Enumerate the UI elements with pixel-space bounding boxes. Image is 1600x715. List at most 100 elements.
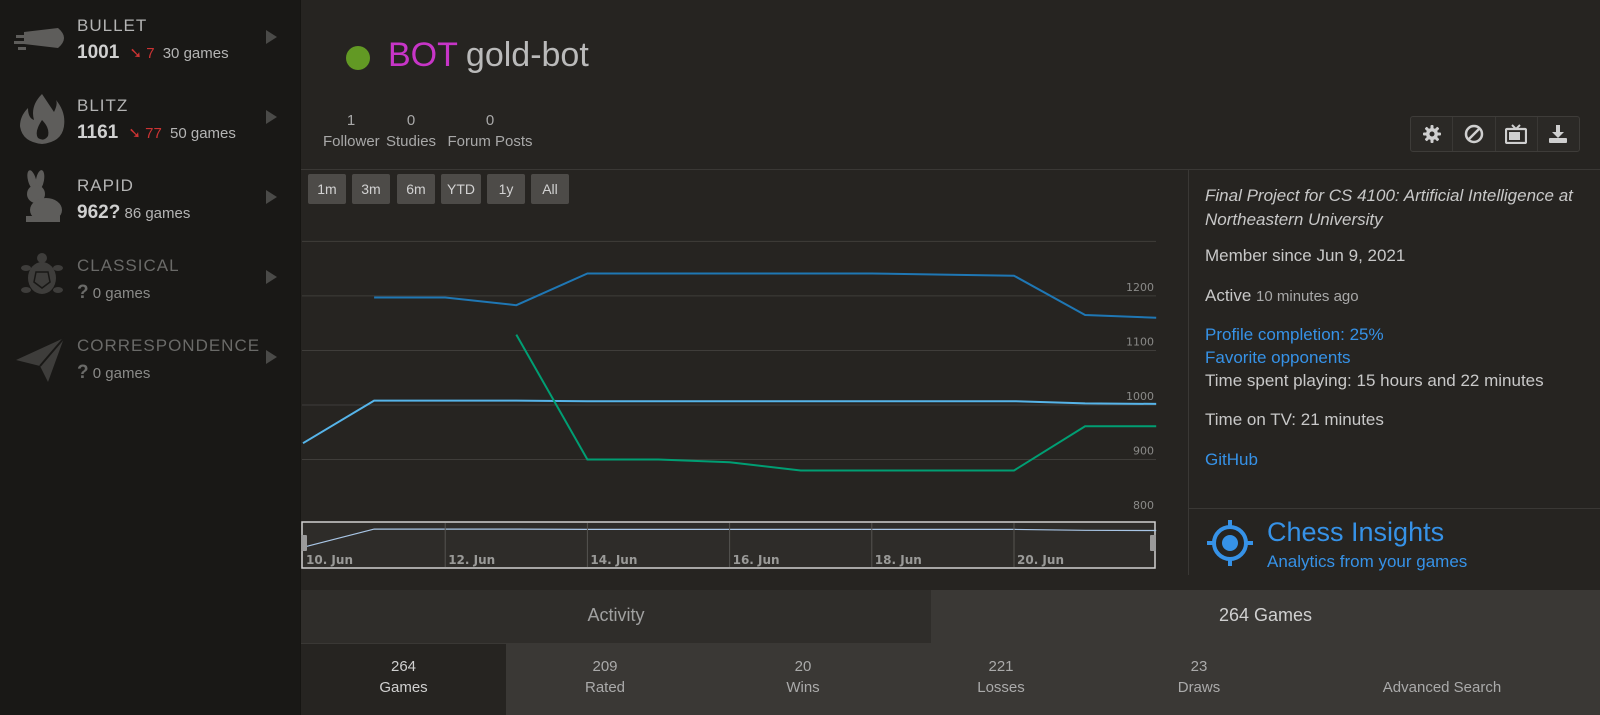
watch-tv-button[interactable] bbox=[1496, 117, 1538, 151]
range-all-button[interactable]: All bbox=[531, 174, 569, 204]
tv-icon bbox=[1505, 124, 1528, 144]
followers-link[interactable]: 1 Follower bbox=[323, 110, 380, 152]
navigator-left-handle[interactable] bbox=[301, 535, 307, 551]
active-time: 10 minutes ago bbox=[1256, 288, 1359, 305]
rating-delta: 7 bbox=[146, 45, 155, 62]
filter-label: Advanced Search bbox=[1382, 679, 1502, 696]
x-tick-label: 16. Jun bbox=[733, 553, 780, 567]
active-status: Active 10 minutes ago bbox=[1205, 286, 1359, 306]
tab-activity[interactable]: Activity bbox=[301, 590, 931, 644]
x-tick-label: 18. Jun bbox=[875, 553, 922, 567]
perf-rapid[interactable]: RAPID 962? 86 games bbox=[0, 160, 300, 240]
perf-rating: 962? bbox=[77, 202, 121, 223]
rating-down-arrow-icon: ➘ bbox=[128, 125, 141, 142]
range-1m-button[interactable]: 1m bbox=[308, 174, 346, 204]
y-tick-label: 800 bbox=[1133, 499, 1154, 512]
game-filters: 264 Games 209 Rated 20 Wins 221 Losses 2… bbox=[301, 644, 1600, 715]
perf-name: BULLET bbox=[77, 16, 148, 35]
chess-insights-link[interactable]: Chess Insights Analytics from your games bbox=[1189, 508, 1600, 575]
stat-count: 0 bbox=[485, 112, 495, 129]
profile-tabs: Activity 264 Games bbox=[301, 590, 1600, 644]
y-tick-label: 1200 bbox=[1126, 281, 1154, 294]
x-tick-label: 14. Jun bbox=[590, 553, 637, 567]
y-tick-label: 1100 bbox=[1126, 335, 1154, 348]
x-tick-label: 20. Jun bbox=[1017, 553, 1064, 567]
rapid-rabbit-icon bbox=[26, 170, 62, 222]
chevron-right-icon bbox=[266, 350, 277, 364]
perf-games: 0 games bbox=[92, 365, 151, 382]
rating-history-panel: 800 900 1000 1100 1200 10. Jun 12. Jun 14. Jun… bbox=[301, 170, 1187, 575]
stat-label: Forum Posts bbox=[447, 133, 533, 150]
block-button[interactable] bbox=[1453, 117, 1496, 151]
chevron-right-icon bbox=[266, 190, 277, 204]
profile-header: BOT gold-bot 1 Follower 0 Studies 0 Forum… bbox=[301, 0, 1600, 170]
filter-label: Wins bbox=[786, 679, 820, 696]
perf-rating-line: ? 0 games bbox=[77, 362, 150, 384]
perf-rating: 1001 bbox=[77, 42, 120, 63]
rating-chart[interactable]: 800 900 1000 1100 1200 10. Jun 12. Jun 14. Jun… bbox=[301, 170, 1187, 575]
time-on-tv: Time on TV: 21 minutes bbox=[1205, 410, 1384, 429]
filter-label: Rated bbox=[584, 679, 626, 696]
bot-badge: BOT bbox=[388, 36, 458, 74]
github-link[interactable]: GitHub bbox=[1205, 450, 1258, 470]
stat-count: 1 bbox=[346, 112, 356, 129]
filter-losses[interactable]: 221 Losses bbox=[902, 644, 1100, 715]
filter-rated[interactable]: 209 Rated bbox=[506, 644, 704, 715]
y-tick-label: 1000 bbox=[1126, 390, 1154, 403]
block-icon bbox=[1464, 124, 1484, 144]
gear-icon bbox=[1422, 125, 1441, 143]
perf-name: RAPID bbox=[77, 176, 134, 195]
perf-rating-line: 962? 86 games bbox=[77, 202, 190, 224]
range-3m-button[interactable]: 3m bbox=[352, 174, 390, 204]
perf-bullet[interactable]: BULLET 1001 ➘ 7 30 games bbox=[0, 0, 300, 80]
favorite-opponents-link[interactable]: Favorite opponents bbox=[1205, 348, 1351, 368]
navigator-right-handle[interactable] bbox=[1150, 535, 1156, 551]
insights-target-icon bbox=[1207, 520, 1253, 566]
filter-count: 264 bbox=[390, 658, 417, 675]
rating-series-line-1[interactable] bbox=[302, 399, 1157, 445]
profile-info-panel: Final Project for CS 4100: Artificial In… bbox=[1188, 170, 1600, 575]
forum-posts-link[interactable]: 0 Forum Posts bbox=[447, 110, 533, 152]
perf-blitz[interactable]: BLITZ 1161 ➘ 77 50 games bbox=[0, 80, 300, 160]
filter-all-games[interactable]: 264 Games bbox=[301, 644, 506, 715]
stat-label: Follower bbox=[323, 133, 380, 150]
profile-main: BOT gold-bot 1 Follower 0 Studies 0 Forum… bbox=[301, 0, 1600, 715]
perf-name: CORRESPONDENCE bbox=[77, 336, 261, 355]
x-tick-label: 12. Jun bbox=[448, 553, 495, 567]
profile-toolbar bbox=[1410, 116, 1580, 152]
rating-down-arrow-icon: ➘ bbox=[129, 45, 143, 62]
tab-games[interactable]: 264 Games bbox=[931, 590, 1600, 644]
perf-name: CLASSICAL bbox=[77, 256, 180, 275]
perf-rating-line: 1001 ➘ 7 30 games bbox=[77, 42, 229, 64]
download-button[interactable] bbox=[1538, 117, 1579, 151]
filter-label: Draws bbox=[1177, 679, 1221, 696]
perf-rating: ? bbox=[77, 362, 89, 383]
stat-count: 0 bbox=[406, 112, 416, 129]
perf-classical[interactable]: CLASSICAL ? 0 games bbox=[0, 240, 300, 320]
filter-count: 23 bbox=[1190, 658, 1208, 675]
range-6m-button[interactable]: 6m bbox=[397, 174, 435, 204]
range-1y-button[interactable]: 1y bbox=[487, 174, 525, 204]
username: gold-bot bbox=[465, 36, 589, 74]
advanced-search-link[interactable]: Advanced Search bbox=[1334, 644, 1550, 715]
filter-draws[interactable]: 23 Draws bbox=[1100, 644, 1298, 715]
download-icon bbox=[1549, 125, 1568, 143]
perf-games: 30 games bbox=[162, 45, 229, 62]
studies-link[interactable]: 0 Studies bbox=[386, 110, 436, 152]
settings-button[interactable] bbox=[1411, 117, 1454, 151]
perf-games: 0 games bbox=[92, 285, 151, 302]
perf-rating: 1161 bbox=[77, 122, 119, 143]
filter-wins[interactable]: 20 Wins bbox=[704, 644, 902, 715]
perf-correspondence[interactable]: CORRESPONDENCE ? 0 games bbox=[0, 320, 300, 400]
filter-count: 20 bbox=[794, 658, 812, 675]
perf-games: 86 games bbox=[124, 205, 191, 222]
time-spent-playing: Time spent playing: 15 hours and 22 minu… bbox=[1205, 371, 1544, 390]
blitz-flame-icon bbox=[20, 94, 65, 144]
chevron-right-icon bbox=[266, 30, 277, 44]
chevron-right-icon bbox=[266, 270, 277, 284]
rating-delta: 77 bbox=[145, 125, 162, 142]
range-ytd-button[interactable]: YTD bbox=[441, 174, 481, 204]
perf-rating-line: ? 0 games bbox=[77, 282, 150, 304]
active-label: Active bbox=[1205, 286, 1252, 305]
profile-completion-link[interactable]: Profile completion: 25% bbox=[1205, 325, 1384, 345]
